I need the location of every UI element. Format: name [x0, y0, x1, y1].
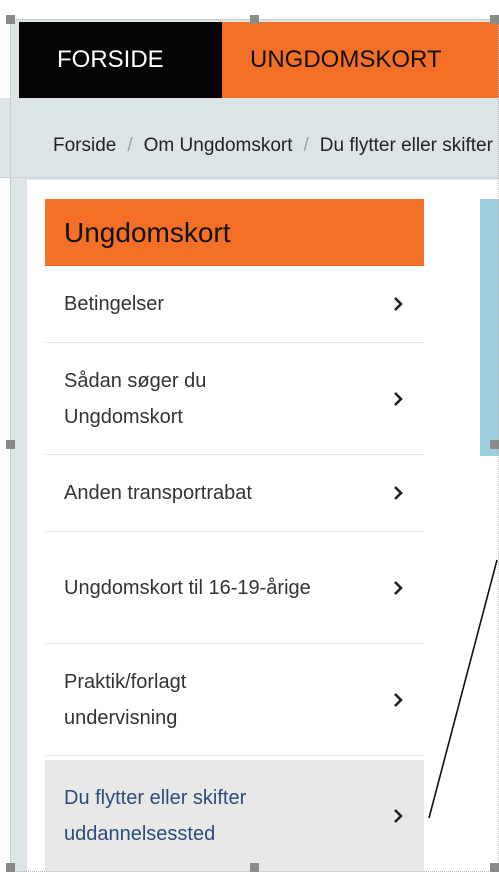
resize-handle[interactable]: [490, 440, 499, 449]
resize-handle[interactable]: [250, 15, 259, 24]
resize-handle[interactable]: [250, 863, 259, 872]
resize-handle[interactable]: [490, 15, 499, 24]
resize-handle[interactable]: [6, 440, 15, 449]
resize-handle[interactable]: [490, 863, 499, 872]
resize-handle[interactable]: [6, 863, 15, 872]
resize-handle[interactable]: [6, 15, 15, 24]
annotation-arrow-line: [428, 559, 498, 819]
